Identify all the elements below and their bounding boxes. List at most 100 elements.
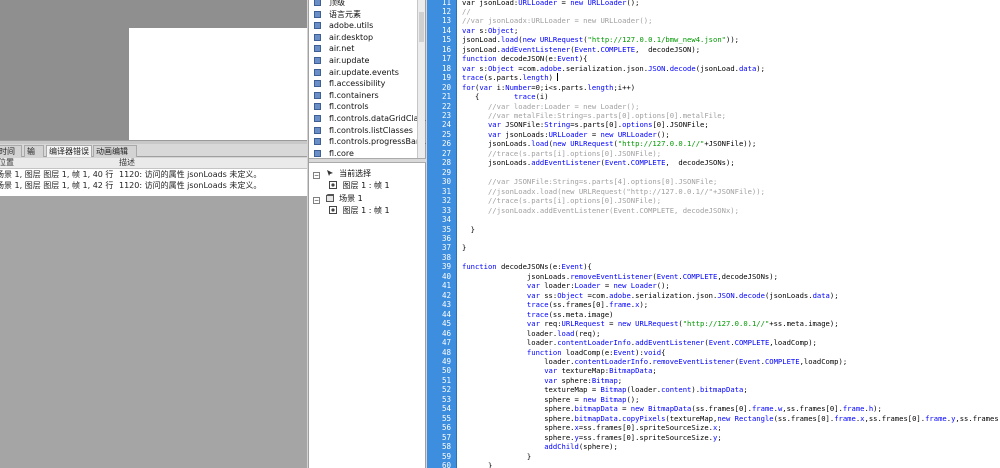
line-number: 14	[441, 25, 451, 35]
tree-scene-frame[interactable]: 图层 1 : 帧 1	[329, 205, 390, 216]
code-line[interactable]: }	[462, 461, 492, 468]
code-line[interactable]: //jsonLoadx.load(new URLRequest("http://…	[462, 187, 765, 196]
code-token: +ss.meta.image);	[769, 319, 839, 329]
errors-empty-area	[0, 196, 307, 468]
code-token: (ss.frames[0].	[773, 413, 835, 423]
code-line[interactable]: function decodeJSONs(e:Event){	[462, 262, 592, 271]
code-line[interactable]: sphere.y=ss.frames[0].spriteSourceSize.y…	[462, 432, 722, 442]
code-line[interactable]: sphere = new Bitmap();	[462, 395, 639, 404]
library-item[interactable]: fl.accessibility	[314, 78, 385, 89]
code-line[interactable]: //var JSONFile:String=s.parts[4].options…	[462, 177, 717, 186]
column-description[interactable]: 描述	[119, 158, 135, 168]
code-line[interactable]: jsonLoads.load(new URLRequest("http://12…	[462, 139, 756, 148]
column-location[interactable]: 位置	[0, 158, 14, 168]
stage-canvas[interactable]	[129, 28, 307, 140]
code-token: ;	[717, 432, 722, 442]
code-line[interactable]: for(var i:Number=0;i<s.parts.length;i++)	[462, 83, 635, 92]
code-line[interactable]: //var metalFile:String=s.parts[0].option…	[462, 111, 726, 120]
code-line[interactable]: trace(ss.meta.image)	[462, 310, 614, 319]
code-token: .serialization.json.	[561, 63, 649, 73]
code-line[interactable]: jsonLoad.load(new URLRequest("http://127…	[462, 35, 739, 44]
tree-current-frame[interactable]: 图层 1 : 帧 1	[329, 180, 390, 191]
book-icon	[314, 103, 321, 111]
tree-current-selection[interactable]: − 当前选择	[313, 168, 371, 179]
code-token: (jsonLoad.	[695, 63, 739, 73]
library-item[interactable]: fl.controls	[314, 101, 368, 112]
code-line[interactable]: loader.contentLoaderInfo.addEventListene…	[462, 338, 817, 347]
code-line[interactable]: var s:Object;	[462, 26, 518, 35]
code-line[interactable]: //var loader:Loader = new Loader();	[462, 102, 639, 111]
library-item[interactable]: air.update.events	[314, 67, 399, 78]
library-item[interactable]: fl.containers	[314, 90, 379, 101]
code-line[interactable]: textureMap = Bitmap(loader.content).bitm…	[462, 385, 747, 394]
error-row[interactable]: 场景 1, 图层 图层 1, 帧 1, 42 行 1120: 访问的属性 jso…	[0, 180, 307, 191]
code-line[interactable]: var ss:Object =com.adobe.serialization.j…	[462, 291, 839, 300]
code-line[interactable]: jsonLoads.removeEventListener(Event.COMP…	[462, 272, 778, 281]
code-line[interactable]: { trace(i)	[462, 92, 549, 101]
code-token: Rectangle	[734, 413, 774, 423]
code-line[interactable]: addChild(sphere);	[462, 442, 618, 451]
line-number: 29	[441, 167, 451, 177]
line-number: 18	[441, 63, 451, 73]
code-line[interactable]: sphere.x=ss.frames[0].spriteSourceSize.x…	[462, 423, 721, 433]
code-token: var	[487, 129, 501, 139]
library-item-label: adobe.utils	[329, 21, 374, 31]
tab-motion-editor[interactable]: 动画编辑器	[93, 145, 137, 167]
code-token: );	[873, 404, 882, 414]
code-line[interactable]: trace(ss.frames[0].frame.x);	[462, 300, 648, 309]
code-token: //	[462, 6, 471, 16]
tree-scene[interactable]: − 场景 1	[313, 193, 363, 204]
error-row[interactable]: 场景 1, 图层 图层 1, 帧 1, 40 行 1120: 访问的属性 jso…	[0, 169, 307, 180]
code-line[interactable]: var jsonLoads:URLLoader = new URLLoader(…	[462, 130, 670, 139]
code-line[interactable]: function loadComp(e:Event):void{	[462, 348, 666, 357]
tab-compiler-errors[interactable]: 编译器错误	[46, 145, 92, 157]
code-token: =	[587, 129, 601, 139]
code-line[interactable]: jsonLoad.addEventListener(Event.COMPLETE…	[462, 45, 700, 54]
code-line[interactable]: var loader:Loader = new Loader();	[462, 281, 670, 290]
library-item[interactable]: 语言元素	[314, 9, 361, 20]
library-item[interactable]: fl.controls.listClasses	[314, 125, 413, 136]
code-editor[interactable]: var jsonLoad:URLLoader = new URLLoader()…	[456, 0, 1000, 468]
toolbox-splitter[interactable]	[309, 158, 426, 163]
line-number: 30	[441, 177, 451, 187]
collapse-icon[interactable]: −	[313, 172, 320, 179]
tab-output[interactable]: 输出	[24, 145, 44, 167]
code-token: URLLoader	[587, 0, 627, 7]
code-line[interactable]: var textureMap:BitmapData;	[462, 366, 657, 375]
code-line[interactable]: //trace(s.parts[i].options[0].JSONFile);	[462, 196, 661, 205]
library-item[interactable]: fl.controls.progressBar...	[314, 136, 426, 147]
code-line[interactable]: //var jsonLoadx:URLLoader = new URLLoade…	[462, 16, 652, 25]
code-token: );	[829, 290, 839, 300]
library-scrollbar[interactable]	[417, 0, 425, 158]
code-token: //var JSONFile:String=s.parts[4].options…	[462, 177, 718, 187]
library-item[interactable]: adobe.utils	[314, 20, 373, 31]
library-item[interactable]: air.update	[314, 55, 369, 66]
code-line[interactable]: function decodeJSON(e:Event){	[462, 54, 588, 63]
code-line[interactable]: loader.load(req);	[462, 329, 601, 338]
code-line[interactable]: }	[462, 452, 531, 461]
code-line[interactable]: trace(s.parts.length)	[462, 73, 559, 82]
code-line[interactable]: var jsonLoad:URLLoader = new URLLoader()…	[462, 0, 639, 7]
library-item[interactable]: air.desktop	[314, 32, 373, 43]
code-line[interactable]: //	[462, 7, 471, 16]
scrollbar-thumb[interactable]	[419, 12, 424, 42]
code-line[interactable]: jsonLoads.addEventListener(Event.COMPLET…	[462, 158, 735, 167]
library-item-label: fl.controls	[329, 102, 369, 112]
code-line[interactable]: var s:Object =com.adobe.serialization.js…	[462, 64, 765, 73]
code-token: =ss.frames[0].spriteSourceSize.	[578, 423, 713, 433]
code-line[interactable]: sphere.bitmapData.copyPixels(textureMap,…	[462, 414, 1000, 423]
code-line[interactable]: loader.contentLoaderInfo.removeEventList…	[462, 357, 847, 366]
library-item[interactable]: fl.controls.dataGridCla...	[314, 113, 426, 124]
code-line[interactable]: var req:URLRequest = new URLRequest("htt…	[462, 319, 839, 328]
code-line[interactable]: }	[462, 225, 475, 234]
library-item[interactable]: air.net	[314, 43, 354, 54]
code-line[interactable]: //jsonLoadx.addEventListener(Event.COMPL…	[462, 206, 739, 215]
code-line[interactable]: //trace(s.parts[i].options[0].JSONFile);	[462, 149, 661, 158]
library-item[interactable]: 顶级	[314, 0, 345, 8]
code-line[interactable]: sphere.bitmapData = new BitmapData(ss.fr…	[462, 404, 882, 413]
code-line[interactable]: }	[462, 243, 466, 252]
code-line[interactable]: var sphere:Bitmap;	[462, 376, 622, 385]
collapse-icon[interactable]: −	[313, 197, 320, 204]
tab-timeline[interactable]: 时间轴	[0, 145, 22, 167]
code-line[interactable]: var JSONFile:String=s.parts[0].options[0…	[462, 120, 709, 129]
